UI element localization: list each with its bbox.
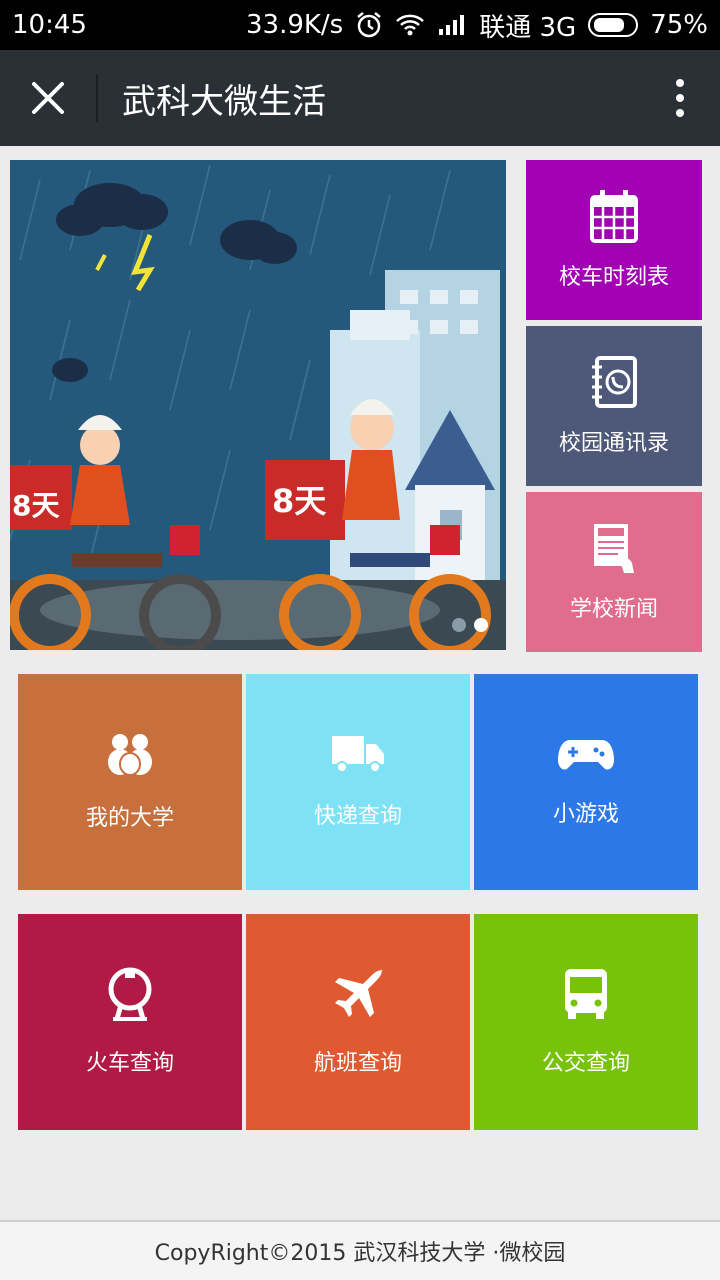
tile-label: 公交查询 (541, 1051, 630, 1076)
bus-icon (565, 969, 607, 1019)
truck-icon (332, 736, 384, 773)
footer: CopyRight©2015 武汉科技大学 ·微校园 (0, 1220, 720, 1280)
signal-icon (437, 13, 467, 37)
tile-bus-schedule[interactable]: 校车时刻表 (526, 160, 702, 320)
svg-text:8天: 8天 (272, 482, 326, 520)
more-vertical-icon (676, 79, 684, 117)
tile-school-news[interactable]: 学校新闻 (526, 492, 702, 652)
title-bar: 武科大微生活 (0, 50, 720, 146)
tile-label: 航班查询 (313, 1051, 402, 1076)
more-button[interactable] (640, 50, 720, 146)
carousel-dot[interactable] (452, 618, 466, 632)
tile-bus[interactable]: 公交查询 (474, 914, 698, 1130)
battery-icon (588, 13, 639, 37)
carousel-dot-active[interactable] (474, 618, 488, 632)
gamepad-icon (558, 740, 614, 770)
tile-label: 快递查询 (313, 804, 402, 829)
banner-illustration: 8天 8天 (10, 160, 506, 650)
tile-label: 小游戏 (552, 802, 619, 827)
airplane-icon (335, 969, 383, 1017)
copyright-text: CopyRight©2015 武汉科技大学 ·微校园 (154, 1241, 566, 1266)
wifi-icon (395, 13, 425, 37)
close-icon (32, 82, 64, 114)
status-time: 10:45 (12, 10, 87, 40)
carrier-label: 联通 3G (479, 12, 577, 43)
news-icon (594, 524, 634, 573)
main-content: 8天 8天 校车时刻表 校园通讯录 学校新闻 我的大学 快递查询 小游戏 火车查… (0, 146, 720, 1220)
banner-carousel[interactable]: 8天 8天 (10, 160, 506, 650)
carousel-indicator (452, 618, 488, 632)
network-speed: 33.9K/s (245, 10, 344, 40)
alarm-icon (355, 11, 383, 39)
tile-train[interactable]: 火车查询 (18, 914, 242, 1130)
close-button[interactable] (0, 50, 96, 146)
battery-percent: 75% (650, 10, 708, 40)
tile-express[interactable]: 快递查询 (246, 674, 470, 890)
status-bar: 10:45 33.9K/s 联通 3G 75% (0, 0, 720, 50)
people-icon (108, 734, 152, 776)
tile-my-university[interactable]: 我的大学 (18, 674, 242, 890)
tile-flight[interactable]: 航班查询 (246, 914, 470, 1130)
address-book-icon (592, 356, 637, 408)
svg-text:8天: 8天 (12, 489, 59, 522)
tile-label: 火车查询 (85, 1051, 174, 1076)
tile-label: 校车时刻表 (558, 265, 669, 290)
tile-mini-games[interactable]: 小游戏 (474, 674, 698, 890)
calendar-icon (590, 190, 638, 243)
tile-label: 校园通讯录 (558, 431, 669, 456)
railway-icon (108, 967, 152, 1021)
tile-label: 学校新闻 (569, 597, 658, 622)
tile-contacts[interactable]: 校园通讯录 (526, 326, 702, 486)
tile-label: 我的大学 (85, 806, 174, 831)
page-title: 武科大微生活 (122, 81, 326, 122)
